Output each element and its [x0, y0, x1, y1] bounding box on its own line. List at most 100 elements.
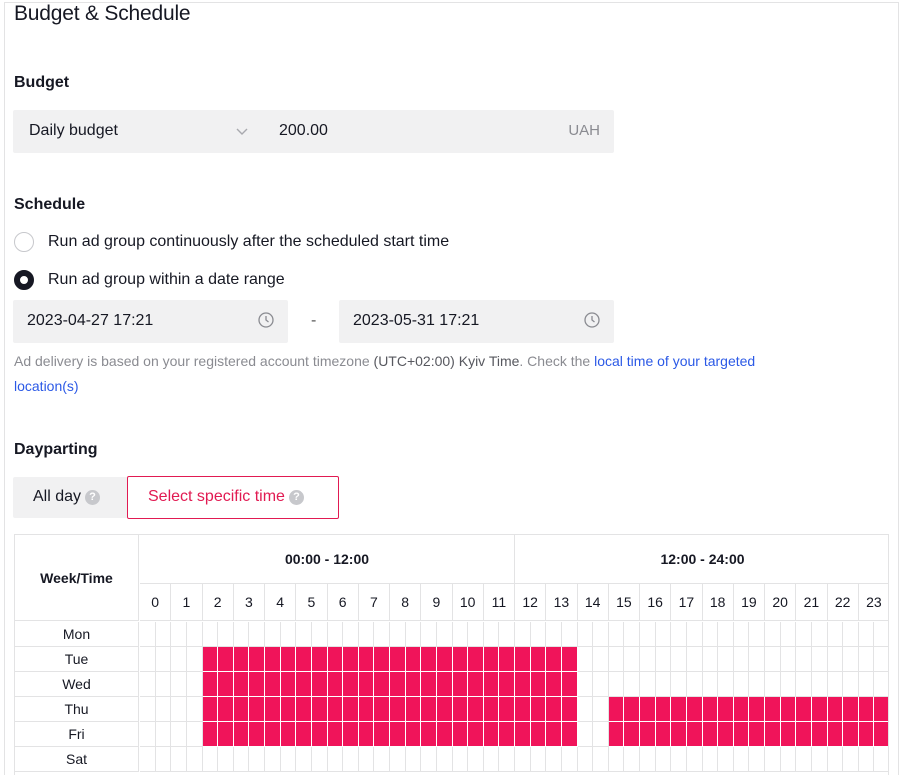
time-slot-selected[interactable]	[530, 647, 547, 672]
time-slot-selected[interactable]	[218, 647, 234, 672]
time-slot-selected[interactable]	[733, 697, 750, 722]
time-slot[interactable]	[296, 747, 312, 772]
time-slot[interactable]	[624, 622, 640, 647]
time-slot[interactable]	[749, 622, 765, 647]
time-slot-selected[interactable]	[483, 647, 500, 672]
time-slot-selected[interactable]	[421, 722, 437, 747]
start-date-input[interactable]: 2023-04-27 17:21	[13, 300, 288, 343]
time-slot-selected[interactable]	[390, 697, 406, 722]
time-slot[interactable]	[640, 747, 656, 772]
time-slot-selected[interactable]	[765, 697, 781, 722]
time-slot[interactable]	[780, 672, 797, 697]
time-slot[interactable]	[468, 622, 484, 647]
time-slot-selected[interactable]	[327, 672, 344, 697]
time-slot[interactable]	[436, 622, 453, 647]
time-slot[interactable]	[530, 747, 547, 772]
time-slot-selected[interactable]	[780, 697, 797, 722]
time-slot-selected[interactable]	[374, 672, 390, 697]
time-slot[interactable]	[655, 647, 672, 672]
time-slot[interactable]	[593, 647, 609, 672]
time-slot-selected[interactable]	[515, 722, 531, 747]
time-slot[interactable]	[593, 672, 609, 697]
time-slot-selected[interactable]	[280, 722, 297, 747]
time-slot-selected[interactable]	[265, 722, 281, 747]
time-slot[interactable]	[233, 747, 250, 772]
time-slot[interactable]	[561, 747, 578, 772]
time-slot[interactable]	[780, 647, 797, 672]
time-slot-selected[interactable]	[452, 697, 469, 722]
time-slot[interactable]	[140, 747, 156, 772]
time-slot[interactable]	[827, 647, 844, 672]
time-slot[interactable]	[702, 647, 719, 672]
time-slot[interactable]	[249, 622, 265, 647]
time-slot-selected[interactable]	[796, 697, 812, 722]
time-slot[interactable]	[702, 622, 719, 647]
time-slot-selected[interactable]	[233, 722, 250, 747]
time-slot[interactable]	[702, 672, 719, 697]
time-slot[interactable]	[390, 747, 406, 772]
time-slot-selected[interactable]	[311, 697, 328, 722]
time-slot-selected[interactable]	[296, 647, 312, 672]
time-slot-selected[interactable]	[702, 722, 719, 747]
time-slot-selected[interactable]	[249, 722, 265, 747]
time-slot[interactable]	[296, 622, 312, 647]
time-slot-selected[interactable]	[311, 722, 328, 747]
time-slot-selected[interactable]	[796, 722, 812, 747]
time-slot[interactable]	[733, 647, 750, 672]
time-slot[interactable]	[186, 697, 203, 722]
time-slot[interactable]	[874, 647, 888, 672]
budget-type-select[interactable]: Daily budget	[29, 122, 118, 140]
select-specific-time-option[interactable]: Select specific time?	[127, 476, 339, 519]
time-slot[interactable]	[811, 647, 828, 672]
time-slot[interactable]	[796, 647, 812, 672]
time-slot[interactable]	[577, 747, 594, 772]
time-slot[interactable]	[593, 722, 609, 747]
time-slot[interactable]	[593, 622, 609, 647]
time-slot[interactable]	[561, 622, 578, 647]
time-slot[interactable]	[796, 672, 812, 697]
time-slot[interactable]	[265, 747, 281, 772]
time-slot-selected[interactable]	[546, 697, 562, 722]
time-slot-selected[interactable]	[436, 672, 453, 697]
time-slot[interactable]	[624, 672, 640, 697]
time-slot-selected[interactable]	[343, 647, 359, 672]
time-slot-selected[interactable]	[843, 697, 859, 722]
time-slot-selected[interactable]	[515, 672, 531, 697]
time-slot[interactable]	[686, 747, 703, 772]
all-day-option[interactable]: All day?	[13, 477, 127, 518]
time-slot[interactable]	[827, 747, 844, 772]
time-slot-selected[interactable]	[343, 697, 359, 722]
time-slot[interactable]	[624, 747, 640, 772]
time-slot-selected[interactable]	[405, 672, 422, 697]
time-slot[interactable]	[733, 747, 750, 772]
time-slot-selected[interactable]	[374, 722, 390, 747]
time-slot-selected[interactable]	[561, 647, 578, 672]
time-slot-selected[interactable]	[671, 722, 687, 747]
time-slot-selected[interactable]	[390, 672, 406, 697]
time-slot[interactable]	[843, 747, 859, 772]
help-icon[interactable]: ?	[288, 490, 304, 505]
time-slot[interactable]	[374, 747, 390, 772]
time-slot-selected[interactable]	[546, 722, 562, 747]
time-slot[interactable]	[280, 747, 297, 772]
time-slot-selected[interactable]	[249, 672, 265, 697]
time-slot-selected[interactable]	[280, 647, 297, 672]
time-slot[interactable]	[140, 722, 156, 747]
time-slot[interactable]	[452, 622, 469, 647]
time-slot-selected[interactable]	[780, 722, 797, 747]
time-slot-selected[interactable]	[546, 647, 562, 672]
time-slot[interactable]	[155, 647, 172, 672]
time-slot-selected[interactable]	[202, 722, 219, 747]
time-slot[interactable]	[499, 747, 515, 772]
time-slot-selected[interactable]	[468, 647, 484, 672]
time-slot-selected[interactable]	[405, 647, 422, 672]
time-slot[interactable]	[608, 647, 625, 672]
time-slot[interactable]	[577, 647, 594, 672]
time-slot[interactable]	[358, 622, 375, 647]
time-slot-selected[interactable]	[233, 647, 250, 672]
time-slot[interactable]	[608, 622, 625, 647]
radio-unchecked[interactable]	[14, 232, 34, 252]
time-slot-selected[interactable]	[530, 672, 547, 697]
time-slot[interactable]	[655, 622, 672, 647]
time-slot-selected[interactable]	[655, 697, 672, 722]
